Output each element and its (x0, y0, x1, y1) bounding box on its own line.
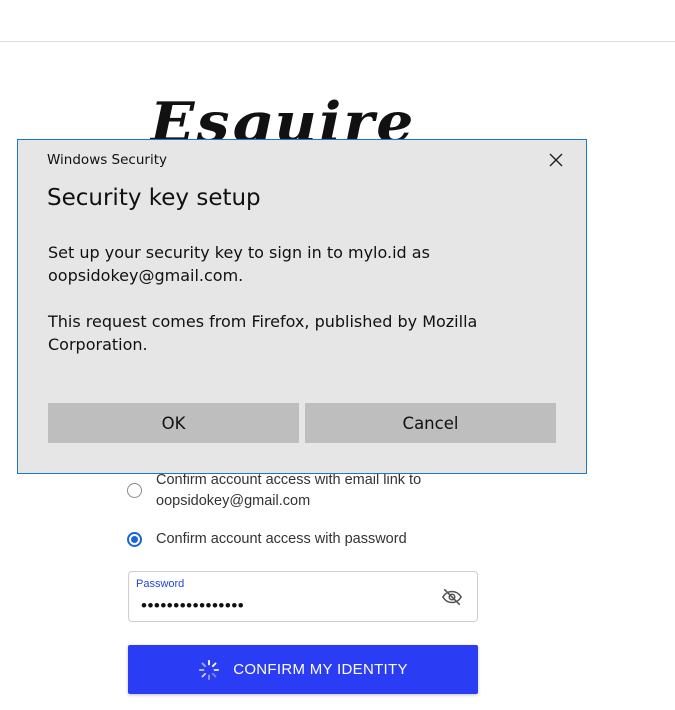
email-link-label: Confirm account access with email link t… (156, 472, 422, 509)
confirm-identity-button[interactable]: CONFIRM MY IDENTITY (128, 645, 478, 694)
option-email-link[interactable]: Confirm account access with email link t… (127, 470, 421, 512)
windows-security-dialog: Windows Security Security key setup Set … (17, 139, 587, 474)
dialog-caption: Windows Security (47, 152, 167, 168)
password-option-label: Confirm account access with password (156, 531, 407, 547)
dialog-message-origin: This request comes from Firefox, publish… (48, 312, 478, 354)
email-link-radio[interactable] (127, 483, 142, 498)
loading-spinner-icon (199, 659, 220, 680)
password-field[interactable]: Password •••••••••••••••• (128, 571, 478, 622)
dialog-message-signin: Set up your security key to sign in to m… (48, 243, 430, 285)
close-icon[interactable] (548, 152, 564, 168)
eye-off-icon[interactable] (441, 586, 463, 608)
cancel-button[interactable]: Cancel (305, 403, 556, 443)
top-bar (0, 0, 675, 42)
password-field-label: Password (136, 578, 185, 590)
option-password[interactable]: Confirm account access with password (127, 529, 407, 550)
confirm-identity-label: CONFIRM MY IDENTITY (233, 661, 408, 678)
dialog-heading: Security key setup (47, 185, 261, 211)
ok-button[interactable]: OK (48, 403, 299, 443)
password-input[interactable]: •••••••••••••••• (141, 596, 244, 616)
password-radio[interactable] (127, 532, 142, 547)
